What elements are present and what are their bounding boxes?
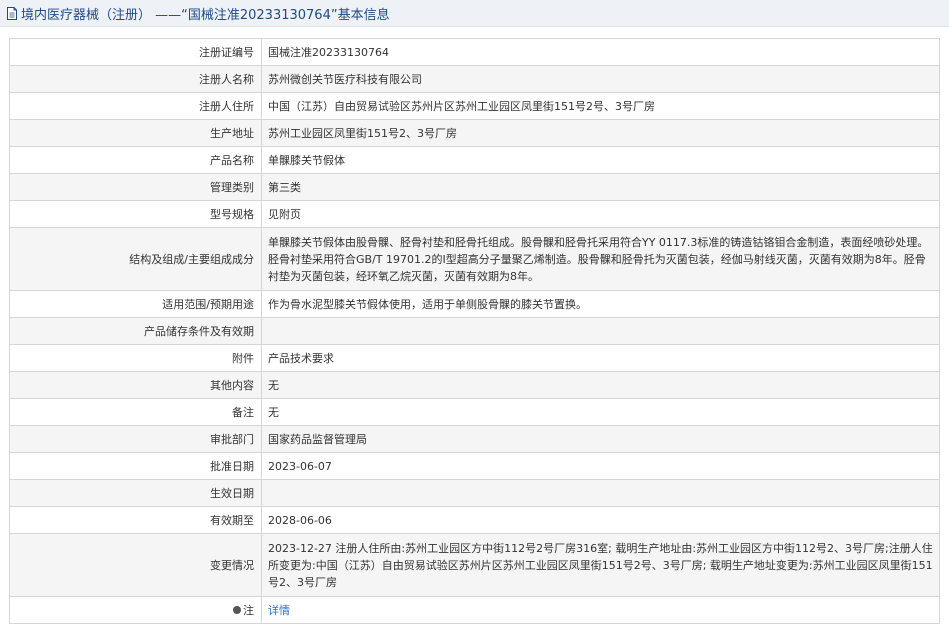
- table-row: 生效日期: [9, 479, 940, 507]
- row-label: 注册证编号: [9, 38, 262, 66]
- row-label: 变更情况: [9, 533, 262, 597]
- row-label: 批准日期: [9, 452, 262, 480]
- row-value: 单髁膝关节假体: [261, 146, 940, 174]
- table-row: 结构及组成/主要组成成分 单髁膝关节假体由股骨髁、胫骨衬垫和胫骨托组成。股骨髁和…: [9, 227, 940, 291]
- table-row: 注册人名称 苏州微创关节医疗科技有限公司: [9, 65, 940, 93]
- row-label: 生产地址: [9, 119, 262, 147]
- table-row: 生产地址 苏州工业园区凤里街151号2、3号厂房: [9, 119, 940, 147]
- row-label: 型号规格: [9, 200, 262, 228]
- table-row: 适用范围/预期用途 作为骨水泥型膝关节假体使用，适用于单侧股骨髁的膝关节置换。: [9, 290, 940, 318]
- row-value: 产品技术要求: [261, 344, 940, 372]
- row-label: 管理类别: [9, 173, 262, 201]
- row-label: 注册人名称: [9, 65, 262, 93]
- row-value: 国械注准20233130764: [261, 38, 940, 66]
- table-row: 注 详情: [9, 596, 940, 624]
- table-row: 批准日期 2023-06-07: [9, 452, 940, 480]
- row-label: 有效期至: [9, 506, 262, 534]
- row-value: 见附页: [261, 200, 940, 228]
- row-label: 产品名称: [9, 146, 262, 174]
- row-label: 审批部门: [9, 425, 262, 453]
- row-value: 2028-06-06: [261, 506, 940, 534]
- row-label: 注册人住所: [9, 92, 262, 120]
- table-row: 其他内容 无: [9, 371, 940, 399]
- row-value: 第三类: [261, 173, 940, 201]
- row-label: 结构及组成/主要组成成分: [9, 227, 262, 291]
- details-link[interactable]: 详情: [268, 604, 290, 617]
- table-row: 注册证编号 国械注准20233130764: [9, 38, 940, 66]
- info-table: 注册证编号 国械注准20233130764 注册人名称 苏州微创关节医疗科技有限…: [9, 38, 940, 624]
- table-row: 备注 无: [9, 398, 940, 426]
- table-row: 注册人住所 中国（江苏）自由贸易试验区苏州片区苏州工业园区凤里街151号2号、3…: [9, 92, 940, 120]
- table-row: 变更情况 2023-12-27 注册人住所由:苏州工业园区方中街112号2号厂房…: [9, 533, 940, 597]
- info-table-container: 注册证编号 国械注准20233130764 注册人名称 苏州微创关节医疗科技有限…: [9, 38, 940, 624]
- note-label: 注: [243, 603, 254, 617]
- note-value-cell: 详情: [261, 596, 940, 624]
- row-value: 无: [261, 398, 940, 426]
- table-row: 产品储存条件及有效期: [9, 317, 940, 345]
- row-label: 生效日期: [9, 479, 262, 507]
- row-label: 附件: [9, 344, 262, 372]
- row-value: 2023-06-07: [261, 452, 940, 480]
- row-value: 国家药品监督管理局: [261, 425, 940, 453]
- row-value: 无: [261, 371, 940, 399]
- row-label: 适用范围/预期用途: [9, 290, 262, 318]
- row-value: 作为骨水泥型膝关节假体使用，适用于单侧股骨髁的膝关节置换。: [261, 290, 940, 318]
- row-value: 中国（江苏）自由贸易试验区苏州片区苏州工业园区凤里街151号2号、3号厂房: [261, 92, 940, 120]
- row-label: 产品储存条件及有效期: [9, 317, 262, 345]
- bullet-icon: [233, 605, 241, 614]
- document-icon: [7, 6, 17, 20]
- row-label: 其他内容: [9, 371, 262, 399]
- table-row: 审批部门 国家药品监督管理局: [9, 425, 940, 453]
- page-title: 境内医疗器械（注册） ——“国械注准20233130764”基本信息: [21, 7, 390, 23]
- row-value: 苏州微创关节医疗科技有限公司: [261, 65, 940, 93]
- row-value: 2023-12-27 注册人住所由:苏州工业园区方中街112号2号厂房316室;…: [261, 533, 940, 597]
- table-row: 有效期至 2028-06-06: [9, 506, 940, 534]
- note-label-cell: 注: [9, 596, 262, 624]
- table-row: 型号规格 见附页: [9, 200, 940, 228]
- row-value: 单髁膝关节假体由股骨髁、胫骨衬垫和胫骨托组成。股骨髁和胫骨托采用符合YY 011…: [261, 227, 940, 291]
- row-label: 备注: [9, 398, 262, 426]
- row-value: [261, 317, 940, 345]
- row-value: [261, 479, 940, 507]
- table-row: 产品名称 单髁膝关节假体: [9, 146, 940, 174]
- table-row: 附件 产品技术要求: [9, 344, 940, 372]
- table-row: 管理类别 第三类: [9, 173, 940, 201]
- row-value: 苏州工业园区凤里街151号2、3号厂房: [261, 119, 940, 147]
- page-header: 境内医疗器械（注册） ——“国械注准20233130764”基本信息: [0, 0, 949, 27]
